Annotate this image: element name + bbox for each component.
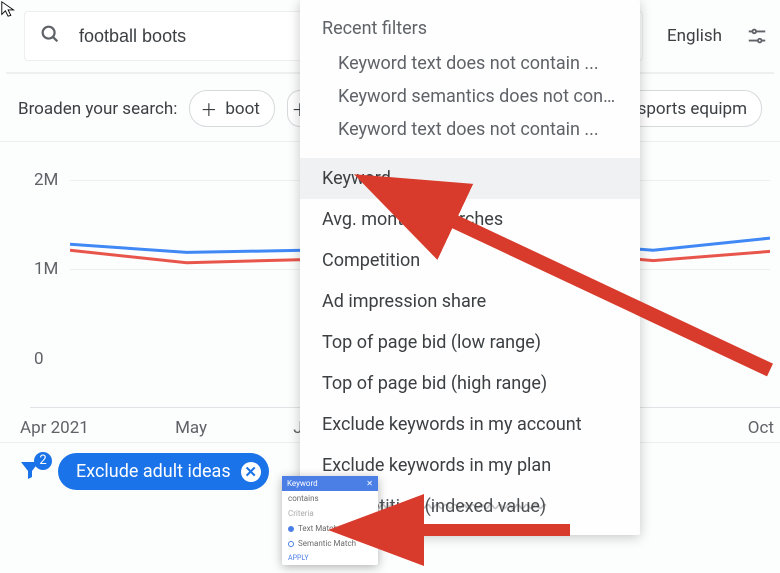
popup-criteria-label: Criteria xyxy=(282,506,378,521)
broaden-label: Broaden your search: xyxy=(18,99,177,119)
filter-option-exclude-acct[interactable]: Exclude keywords in my account xyxy=(300,404,640,445)
popup-section: contains xyxy=(282,491,378,506)
y-tick: 0 xyxy=(34,349,44,369)
header-right: English xyxy=(643,25,772,47)
language-selector[interactable]: English xyxy=(667,26,722,46)
radio-icon xyxy=(288,526,294,532)
recent-filter-item[interactable]: Keyword text does not contain ... xyxy=(300,47,640,80)
settings-sliders-icon[interactable] xyxy=(746,25,768,47)
x-tick: Oct xyxy=(748,418,774,438)
x-tick: May xyxy=(175,418,207,438)
broaden-chip-boot[interactable]: ＋ boot xyxy=(189,90,275,127)
chip-label: sports equipm xyxy=(638,99,747,119)
y-tick: 2M xyxy=(34,170,58,190)
close-icon[interactable]: ✕ xyxy=(241,462,261,482)
filter-option-ad-impression[interactable]: Ad impression share xyxy=(300,281,640,322)
recent-filter-item[interactable]: Keyword text does not contain ... xyxy=(300,113,640,146)
plus-icon: ＋ xyxy=(200,96,217,121)
recent-filter-item[interactable]: Keyword semantics does not con ... xyxy=(300,80,640,113)
radio-icon xyxy=(288,541,294,547)
recent-filters-header: Recent filters xyxy=(300,14,640,47)
y-tick: 1M xyxy=(34,259,58,279)
filter-option-competition[interactable]: Competition xyxy=(300,240,640,281)
filter-pill-exclude-adult[interactable]: Exclude adult ideas ✕ xyxy=(58,453,269,490)
filter-option-top-bid-low[interactable]: Top of page bid (low range) xyxy=(300,322,640,363)
radio-semantic-match[interactable]: Semantic Match xyxy=(282,536,378,551)
filter-count-badge: 2 xyxy=(34,452,52,470)
cursor-icon xyxy=(0,0,18,22)
filter-option-top-bid-high[interactable]: Top of page bid (high range) xyxy=(300,363,640,404)
close-icon[interactable]: ✕ xyxy=(366,479,373,488)
filter-option-keyword[interactable]: Keyword xyxy=(300,158,640,199)
x-tick: Apr 2021 xyxy=(20,418,89,438)
filter-option-avg-searches[interactable]: Avg. monthly searches xyxy=(300,199,640,240)
chip-label: boot xyxy=(225,99,260,119)
apply-button[interactable]: Apply xyxy=(282,551,378,565)
pill-label: Exclude adult ideas xyxy=(76,461,231,482)
popup-title: Keyword xyxy=(287,479,318,488)
add-filter-dropdown[interactable]: Recent filters Keyword text does not con… xyxy=(300,0,640,535)
radio-text-match[interactable]: Text Match xyxy=(282,521,378,536)
search-icon xyxy=(39,23,61,49)
filter-icon[interactable]: 2 xyxy=(18,458,42,486)
keyword-filter-popup[interactable]: Keyword ✕ contains Criteria Text Match S… xyxy=(282,476,378,565)
